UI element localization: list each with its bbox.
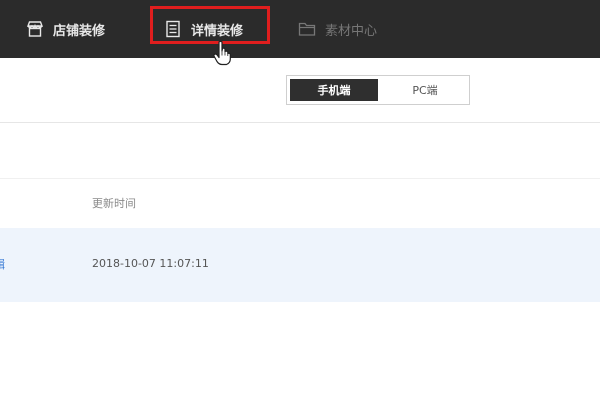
nav-detail-decoration-label: 详情装修 [191, 23, 244, 39]
hand-pointer-icon [212, 40, 234, 66]
row-name-link[interactable]: 辑 [0, 256, 5, 272]
nav-shop-decoration-label: 店铺装修 [53, 23, 106, 39]
mobile-toggle-button[interactable]: 手机端 [290, 79, 378, 101]
folder-icon [298, 20, 316, 38]
document-icon [164, 20, 182, 38]
section-divider [0, 122, 600, 123]
nav-material-center-label: 素材中心 [325, 23, 378, 39]
table-header [0, 178, 600, 227]
top-nav-bar: 店铺装修 详情装修 素材中心 [0, 0, 600, 58]
storefront-icon [26, 20, 44, 38]
device-toggle: 手机端 PC端 [286, 75, 470, 105]
nav-material-center[interactable]: 素材中心 [298, 0, 377, 58]
pc-toggle-button[interactable]: PC端 [381, 76, 469, 104]
nav-shop-decoration[interactable]: 店铺装修 [26, 0, 105, 58]
table-row[interactable] [0, 228, 600, 302]
column-header-update-time: 更新时间 [92, 197, 136, 210]
row-update-time: 2018-10-07 11:07:11 [92, 257, 209, 270]
